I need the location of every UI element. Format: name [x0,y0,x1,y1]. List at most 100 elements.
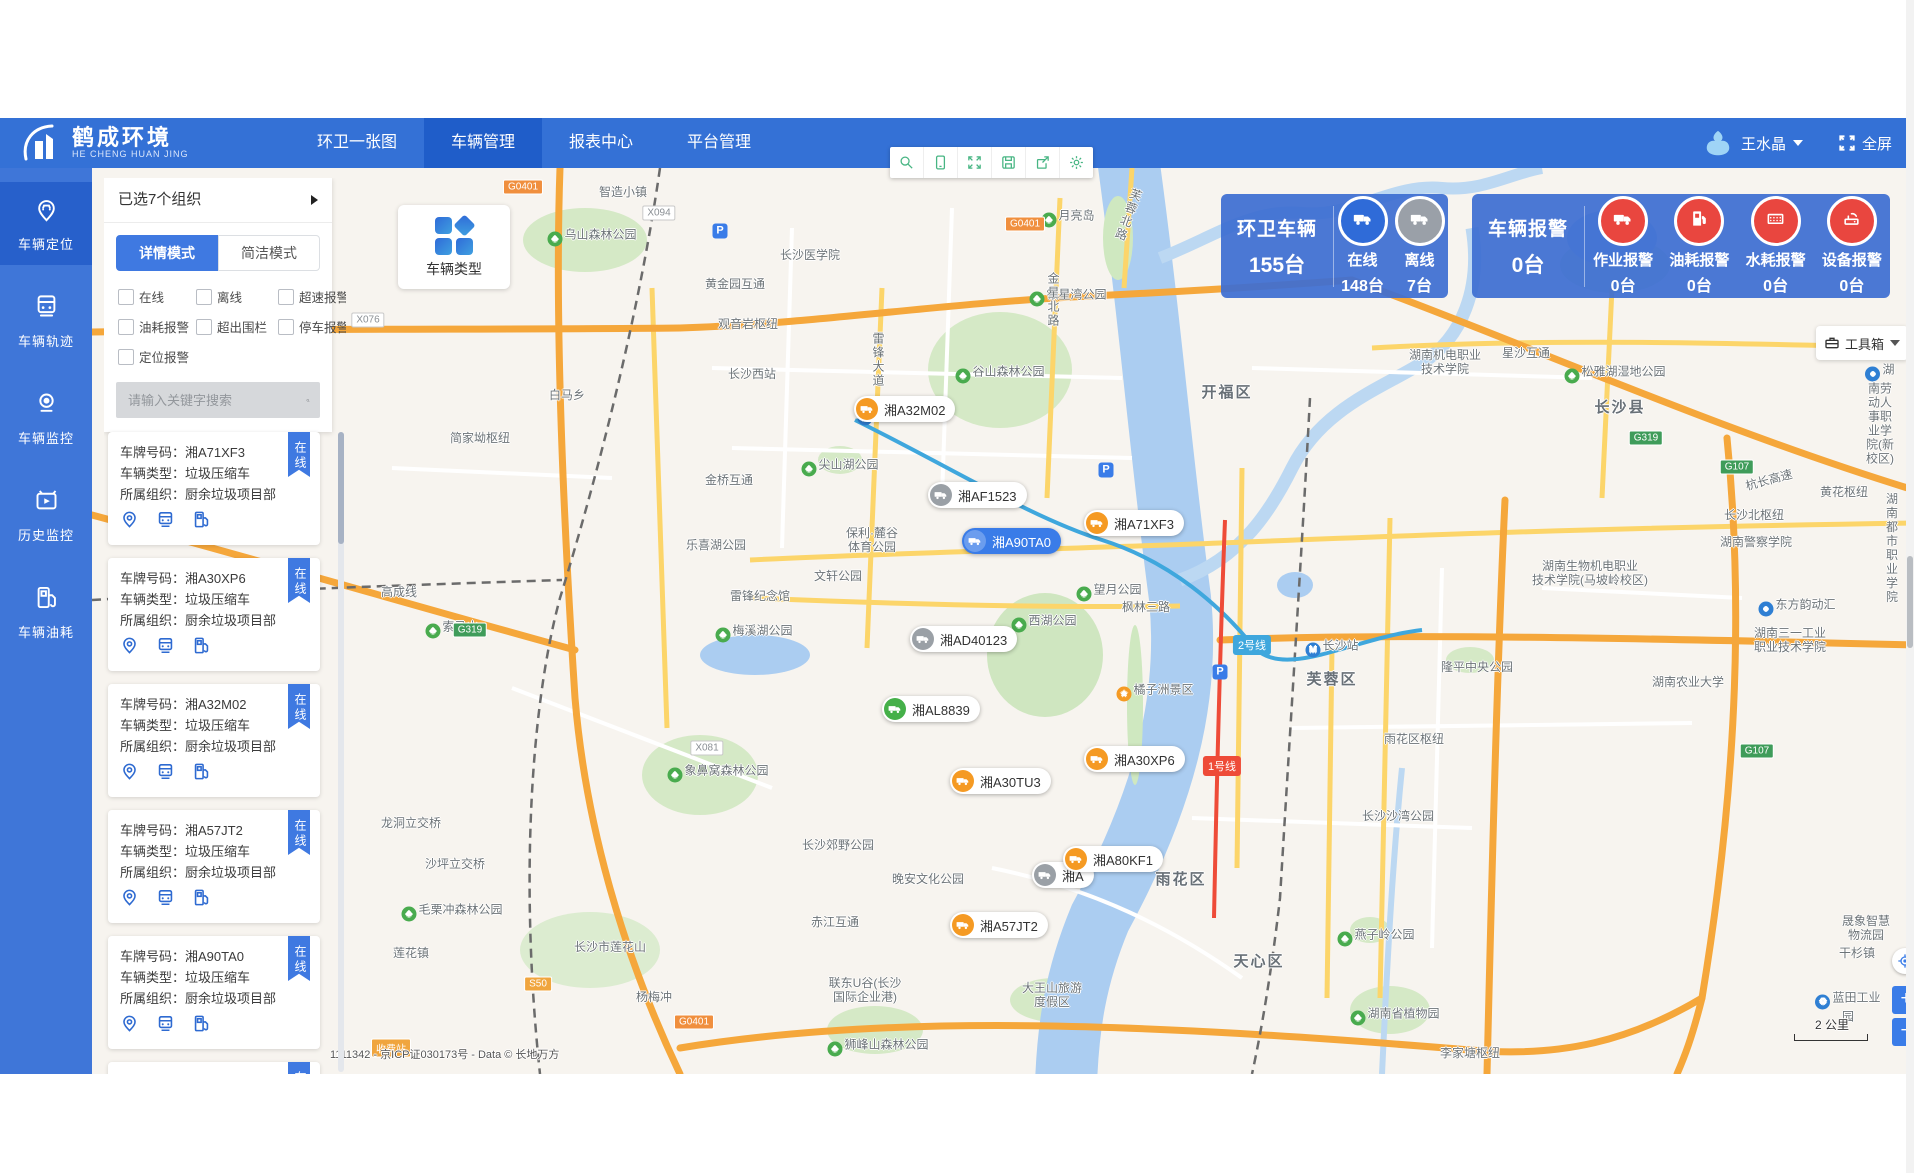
sidebar-item-cam[interactable]: 车辆监控 [0,376,92,459]
fuel-icon[interactable] [192,636,211,661]
vehicle-marker[interactable]: 湘A30XP6 [1084,746,1185,772]
place-label: 沙坪立交桥 [425,857,485,871]
tablet-icon[interactable] [924,147,958,178]
vehicle-card[interactable]: 车牌号码：湘A90TA0车辆类型：垃圾压缩车所属组织：厨余垃圾项目部在线 [108,936,320,1049]
fuel-icon [33,598,60,615]
filter-checkbox[interactable]: 超出围栏 [196,317,278,336]
vehicle-card[interactable]: 车牌号码：湘A32M02车辆类型：垃圾压缩车所属组织：厨余垃圾项目部在线 [108,684,320,797]
toolbox-button[interactable]: 工具箱 [1816,326,1908,360]
park-poi-icon: ♣ [827,1042,842,1057]
locate-pin-icon[interactable] [120,1014,139,1039]
vehicle-marker[interactable]: 湘A32M02 [854,396,955,422]
vehicle-type-button[interactable]: 车辆类型 [398,205,510,289]
checkbox-icon[interactable] [278,319,294,335]
vehicle-marker[interactable]: 湘A30TU3 [950,768,1051,794]
offline-stat: 离线 7台 [1391,196,1448,296]
chevron-down-icon[interactable] [1793,140,1803,146]
track-bus-icon[interactable] [156,510,175,535]
magnifier-icon[interactable] [890,147,924,178]
vehicle-org: 所属组织：厨余垃圾项目部 [120,736,308,757]
page-scrollbar[interactable] [1906,0,1914,1173]
filter-checkbox[interactable]: 超速报警 [278,287,346,306]
save-icon[interactable] [992,147,1026,178]
road-badge: G319 [1629,431,1663,446]
filter-checkbox[interactable]: 在线 [118,287,196,306]
vehicle-marker[interactable]: 湘AD40123 [910,626,1017,652]
track-bus-icon[interactable] [156,762,175,787]
locate-pin-icon[interactable] [120,888,139,913]
checkbox-icon[interactable] [118,349,134,365]
expand-arrow-icon[interactable] [311,195,318,205]
place-label: 联东U谷(长沙 国际企业港) [829,976,902,1004]
vehicle-marker[interactable]: 湘AF1523 [928,482,1027,508]
vehicle-card[interactable]: 车牌号码：湘A80KF1车辆类型：垃圾压缩车所属组织：厨余垃圾项目部在线 [108,1062,320,1074]
marker-plate: 湘A30TU3 [980,772,1041,791]
fuel-icon[interactable] [192,1014,211,1039]
place-label: ♣湖南省植物园 [1350,1007,1439,1026]
locate-pin-icon[interactable] [120,636,139,661]
vehicle-card[interactable]: 车牌号码：湘A71XF3车辆类型：垃圾压缩车所属组织：厨余垃圾项目部在线 [108,432,320,545]
truck-icon [1065,848,1087,870]
map-scale-label: 2 公里 [1792,1016,1872,1033]
page-scrollbar-thumb[interactable] [1907,556,1913,648]
vehicle-card[interactable]: 车牌号码：湘A57JT2车辆类型：垃圾压缩车所属组织：厨余垃圾项目部在线 [108,810,320,923]
nav-item-4[interactable]: 平台管理 [660,118,778,168]
fuel-icon[interactable] [192,888,211,913]
vehicle-marker[interactable]: 湘A90TA0 [962,528,1061,554]
locate-pin-icon[interactable] [120,762,139,787]
checkbox-icon[interactable] [196,289,212,305]
map-canvas[interactable]: 智造小镇♣乌山森林公园长沙医学院♣月亮岛黄金园互通♣银星湾公园观音岩枢纽长沙西站… [92,168,1914,1074]
sidebar-item-video[interactable]: 历史监控 [0,473,92,556]
nav-item-2[interactable]: 车辆管理 [424,118,542,168]
locate-pin-icon[interactable] [120,510,139,535]
truck-icon [952,770,974,792]
road-badge: G0401 [503,180,543,195]
online-label: 在线 [1334,249,1391,270]
fullscreen-button[interactable]: 全屏 [1837,133,1892,154]
tab-mode-2[interactable]: 简洁模式 [218,235,320,271]
filter-checkbox[interactable]: 停车报警 [278,317,346,336]
checkbox-icon[interactable] [118,319,134,335]
fuel-icon[interactable] [192,510,211,535]
tab-mode-1[interactable]: 详情模式 [116,235,218,271]
search-input[interactable] [126,392,306,409]
filter-checkbox[interactable]: 定位报警 [118,347,196,366]
place-label: ♣松雅湖湿地公园 [1564,365,1665,384]
vehicle-card[interactable]: 车牌号码：湘A30XP6车辆类型：垃圾压缩车所属组织：厨余垃圾项目部在线 [108,558,320,671]
filter-checkbox[interactable]: 离线 [196,287,278,306]
organization-selected-text: 已选7个组织 [118,178,201,222]
vehicle-marker[interactable]: 湘AL8839 [882,696,980,722]
checkbox-icon[interactable] [118,289,134,305]
gear-icon[interactable] [1060,147,1093,178]
truck-icon [952,914,974,936]
search-box [116,382,320,418]
search-icon[interactable] [306,392,310,409]
alarm-label: 水耗报警 [1738,249,1814,270]
road-badge: X094 [642,206,675,221]
nav-item-1[interactable]: 环卫一张图 [290,118,424,168]
nav-item-3[interactable]: 报表中心 [542,118,660,168]
share-icon[interactable] [1026,147,1060,178]
user-name[interactable]: 王水晶 [1741,133,1786,154]
track-bus-icon[interactable] [156,888,175,913]
checkbox-icon[interactable] [196,319,212,335]
vehicle-marker[interactable]: 湘A71XF3 [1084,510,1184,536]
expand-icon[interactable] [958,147,992,178]
checkbox-icon[interactable] [278,289,294,305]
vehicle-marker[interactable]: 湘A80KF1 [1063,846,1163,872]
avatar[interactable] [1703,128,1733,158]
track-bus-icon[interactable] [156,1014,175,1039]
vehicle-org: 所属组织：厨余垃圾项目部 [120,484,308,505]
organization-selector[interactable]: 已选7个组织 [104,178,332,223]
panel-scrollbar-thumb[interactable] [338,432,344,544]
panel-scrollbar[interactable] [338,432,344,1072]
filter-checkbox[interactable]: 油耗报警 [118,317,196,336]
vehicle-marker[interactable]: 湘A57JT2 [950,912,1048,938]
sidebar-item-fuel[interactable]: 车辆油耗 [0,570,92,653]
vehicle-type: 车辆类型：垃圾压缩车 [120,967,308,988]
sidebar-item-track[interactable]: 车辆轨迹 [0,279,92,362]
sidebar-item-locate[interactable]: 车辆定位 [0,182,92,265]
fuel-icon[interactable] [192,762,211,787]
map-toolbar [890,147,1093,178]
track-bus-icon[interactable] [156,636,175,661]
